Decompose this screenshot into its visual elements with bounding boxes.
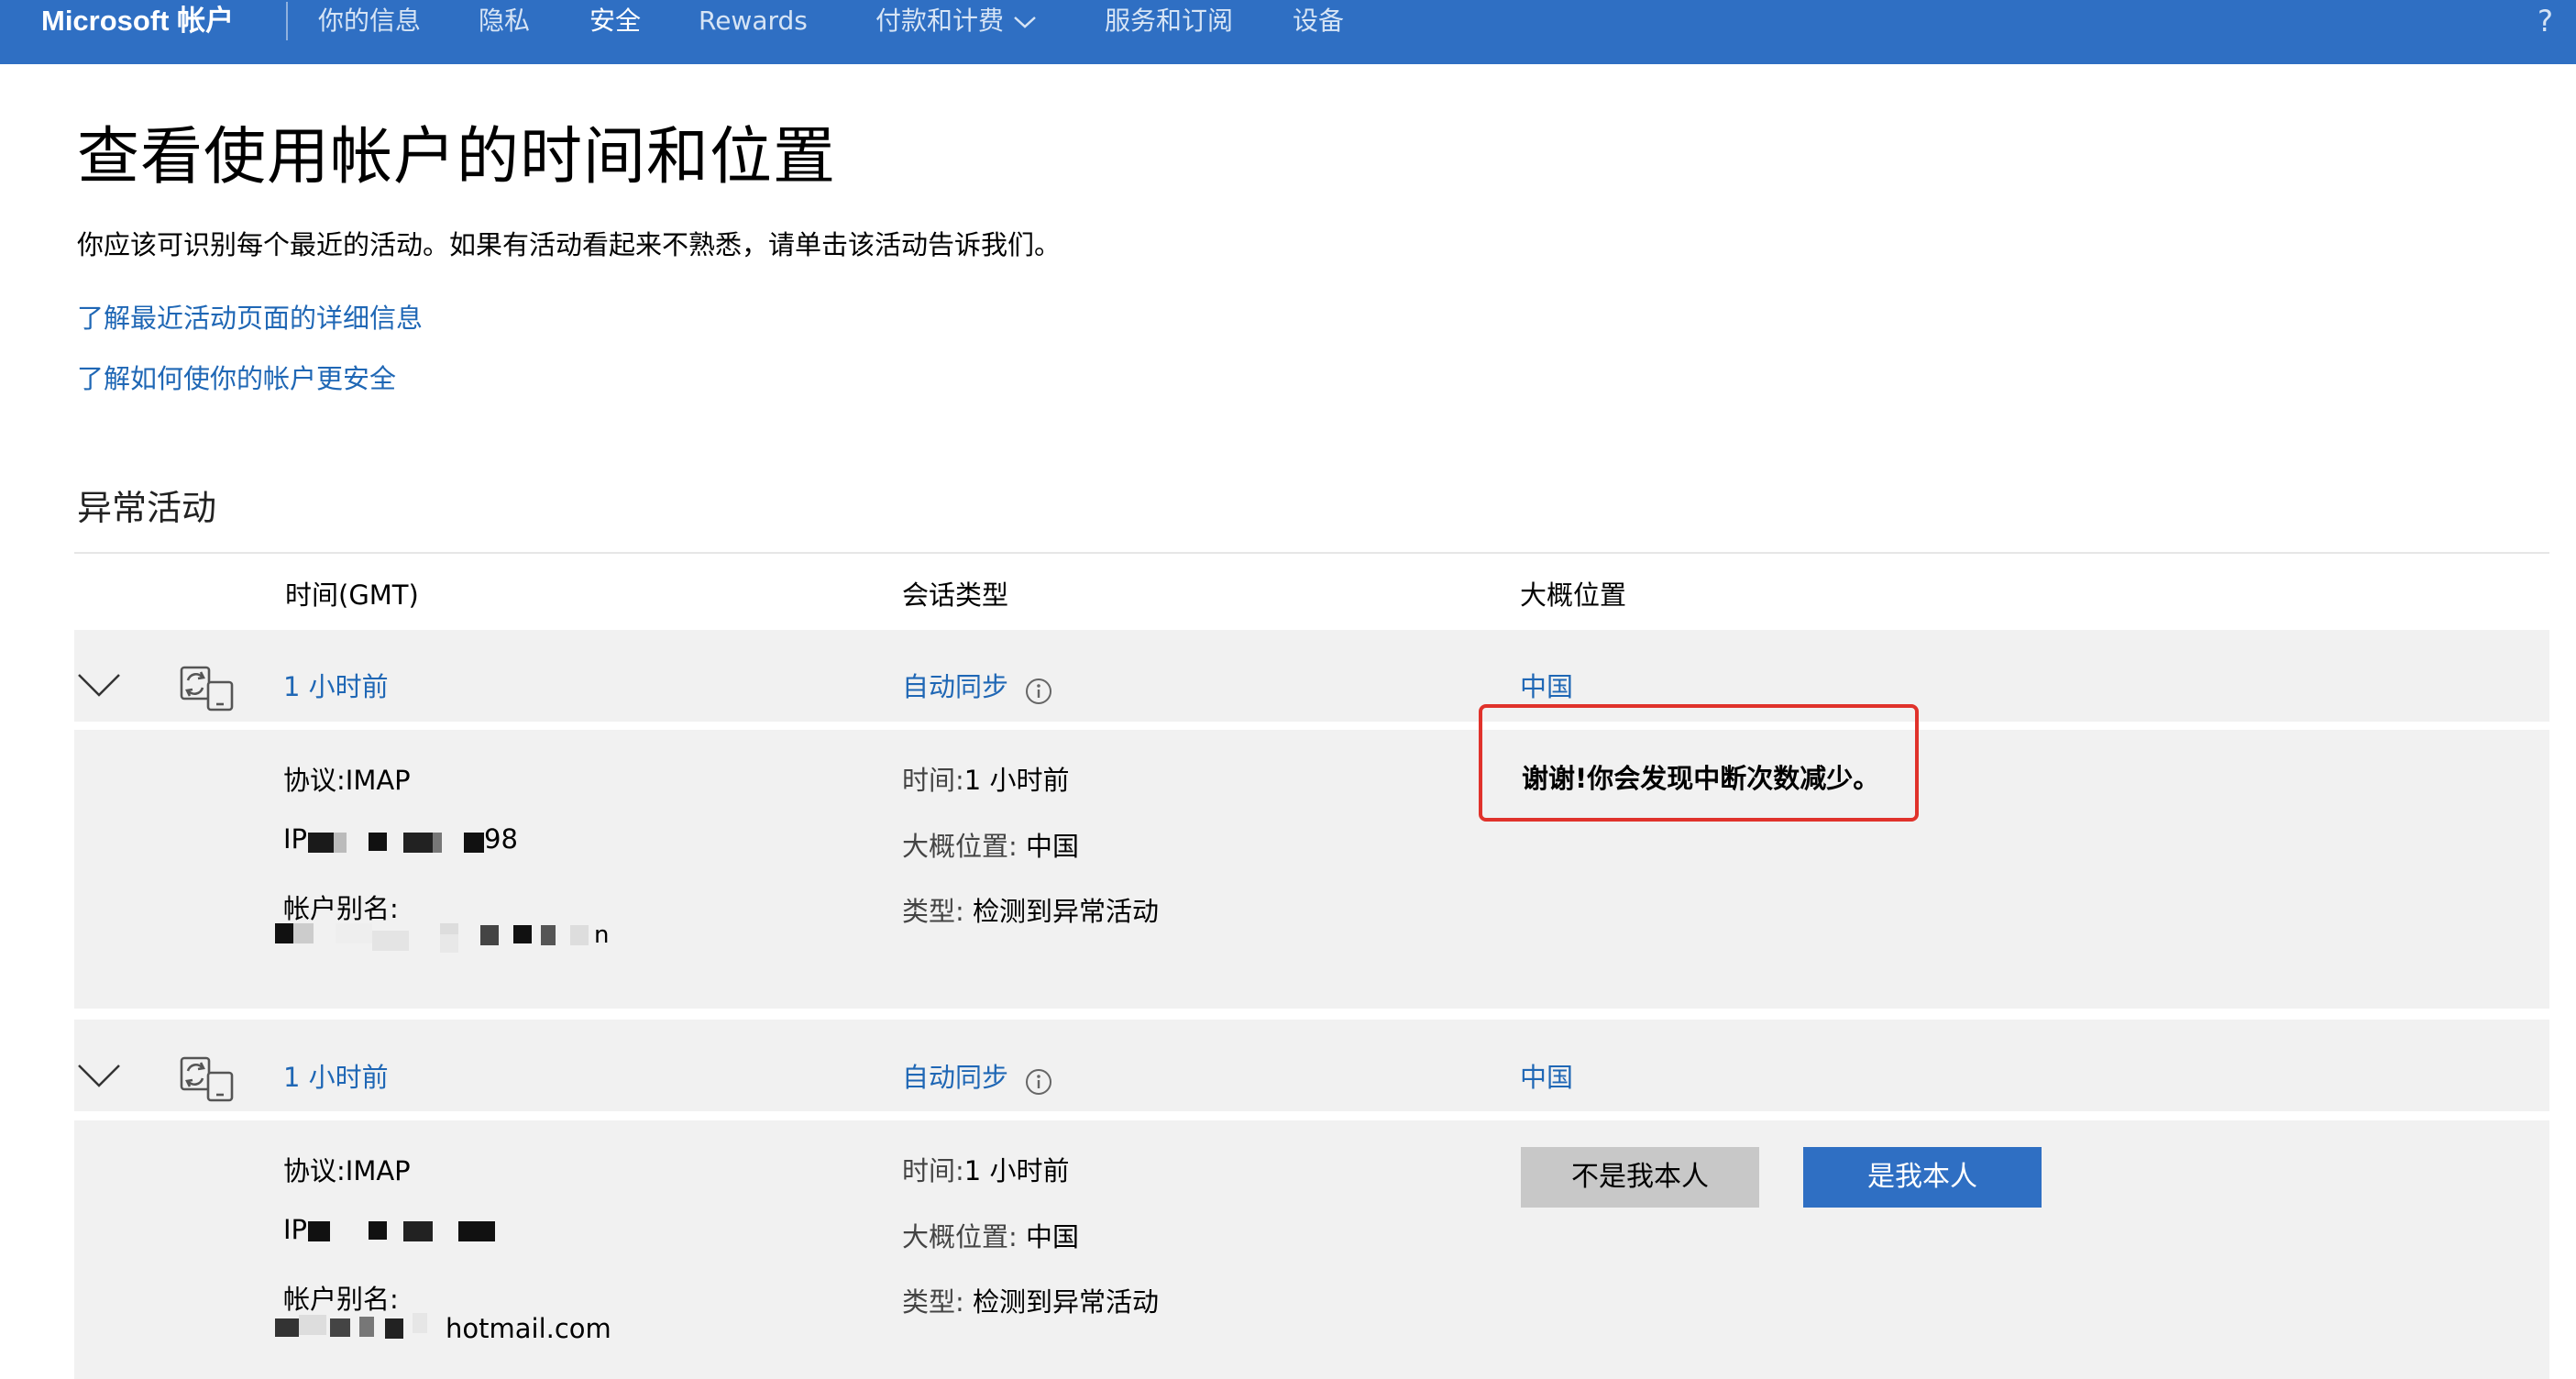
column-header-location: 大概位置 [1520, 579, 1627, 611]
detail-ip: IP [283, 823, 307, 855]
nav-services-subscriptions[interactable]: 服务和订阅 [1105, 0, 1233, 42]
detail-time-label: 时间: [902, 1155, 964, 1186]
detail-alias-suffix: n [594, 921, 610, 949]
nav-payment-billing-label: 付款和计费 [875, 6, 1005, 36]
intro-text: 你应该可识别每个最近的活动。如果有活动看起来不熟悉，请单击该活动告诉我们。 [77, 229, 1062, 260]
detail-alias-suffix: hotmail.com [446, 1313, 611, 1344]
brand-link[interactable]: Microsoft 帐户 [41, 0, 234, 42]
info-icon[interactable] [1025, 1068, 1052, 1096]
detail-location-label: 大概位置: [902, 831, 1018, 862]
detail-location-value: 中国 [1026, 1221, 1080, 1252]
column-header-time: 时间(GMT) [285, 579, 419, 611]
nav-divider [286, 2, 288, 40]
detail-protocol: 协议:IMAP [283, 1155, 411, 1186]
activity-row-summary[interactable] [74, 630, 2549, 722]
detail-type-value: 检测到异常活动 [973, 896, 1160, 927]
detail-alias-label: 帐户别名: [283, 893, 399, 924]
nav-rewards[interactable]: Rewards [699, 0, 808, 42]
detail-type-label: 类型: [902, 1286, 964, 1318]
redacted-ip-mosaic [308, 829, 491, 855]
detail-type: 类型: 检测到异常活动 [902, 890, 1159, 929]
chevron-down-icon[interactable] [77, 1063, 121, 1088]
it-was-me-button[interactable]: 是我本人 [1803, 1147, 2042, 1208]
row-location-link[interactable]: 中国 [1520, 666, 1573, 704]
detail-ip-label: IP [283, 823, 308, 855]
activity-row-summary[interactable] [74, 1020, 2549, 1111]
detail-time-value: 1 小时前 [963, 1155, 1070, 1186]
row-time-link[interactable]: 1 小时前 [283, 666, 389, 704]
nav-privacy[interactable]: 隐私 [479, 0, 530, 42]
learn-recent-activity-link[interactable]: 了解最近活动页面的详细信息 [77, 297, 423, 336]
detail-location: 大概位置: 中国 [902, 825, 1079, 864]
caret-down-icon [1014, 17, 1036, 28]
detail-ip-label: IP [283, 1214, 308, 1245]
detail-protocol: 协议:IMAP [283, 765, 411, 796]
top-nav-bar: Microsoft 帐户 你的信息 隐私 安全 Rewards 付款和计费 服务… [0, 0, 2576, 64]
activity-row-details [74, 730, 2549, 1009]
row-session-type-link[interactable]: 自动同步 [902, 1056, 1008, 1095]
detail-type-label: 类型: [902, 896, 964, 927]
column-header-session-type: 会话类型 [902, 579, 1009, 611]
help-icon[interactable]: ? [2537, 0, 2553, 42]
detail-location: 大概位置: 中国 [902, 1216, 1079, 1254]
detail-time-value: 1 小时前 [963, 765, 1070, 796]
sync-device-icon [180, 666, 234, 712]
sync-device-icon [180, 1056, 234, 1102]
row-session-type-link[interactable]: 自动同步 [902, 666, 1008, 704]
chevron-down-icon[interactable] [77, 672, 121, 698]
detail-time: 时间:1 小时前 [902, 1150, 1069, 1188]
redacted-ip-mosaic [308, 1218, 510, 1243]
nav-security[interactable]: 安全 [589, 0, 641, 42]
feedback-thanks-text: 谢谢!你会发现中断次数减少。 [1522, 763, 1880, 794]
detail-ip-suffix: 98 [484, 823, 518, 855]
row-time-link[interactable]: 1 小时前 [283, 1056, 389, 1095]
page-title: 查看使用帐户的时间和位置 [77, 121, 837, 193]
not-me-button[interactable]: 不是我本人 [1521, 1147, 1759, 1208]
nav-payment-billing[interactable]: 付款和计费 [875, 0, 1037, 42]
detail-time-label: 时间: [902, 765, 964, 796]
detail-type: 类型: 检测到异常活动 [902, 1281, 1159, 1319]
learn-secure-account-link[interactable]: 了解如何使你的帐户更安全 [77, 358, 396, 396]
detail-location-value: 中国 [1026, 831, 1080, 862]
row-location-link[interactable]: 中国 [1520, 1056, 1573, 1095]
section-divider [74, 552, 2549, 554]
detail-type-value: 检测到异常活动 [973, 1286, 1160, 1318]
section-title: 异常活动 [77, 488, 217, 528]
nav-your-info[interactable]: 你的信息 [318, 0, 421, 42]
info-icon[interactable] [1025, 678, 1052, 705]
redacted-alias-mosaic [275, 1311, 449, 1344]
redacted-alias-mosaic [275, 921, 605, 954]
detail-time: 时间:1 小时前 [902, 759, 1069, 798]
detail-location-label: 大概位置: [902, 1221, 1018, 1252]
detail-ip: IP [283, 1214, 307, 1245]
nav-devices[interactable]: 设备 [1293, 0, 1344, 42]
